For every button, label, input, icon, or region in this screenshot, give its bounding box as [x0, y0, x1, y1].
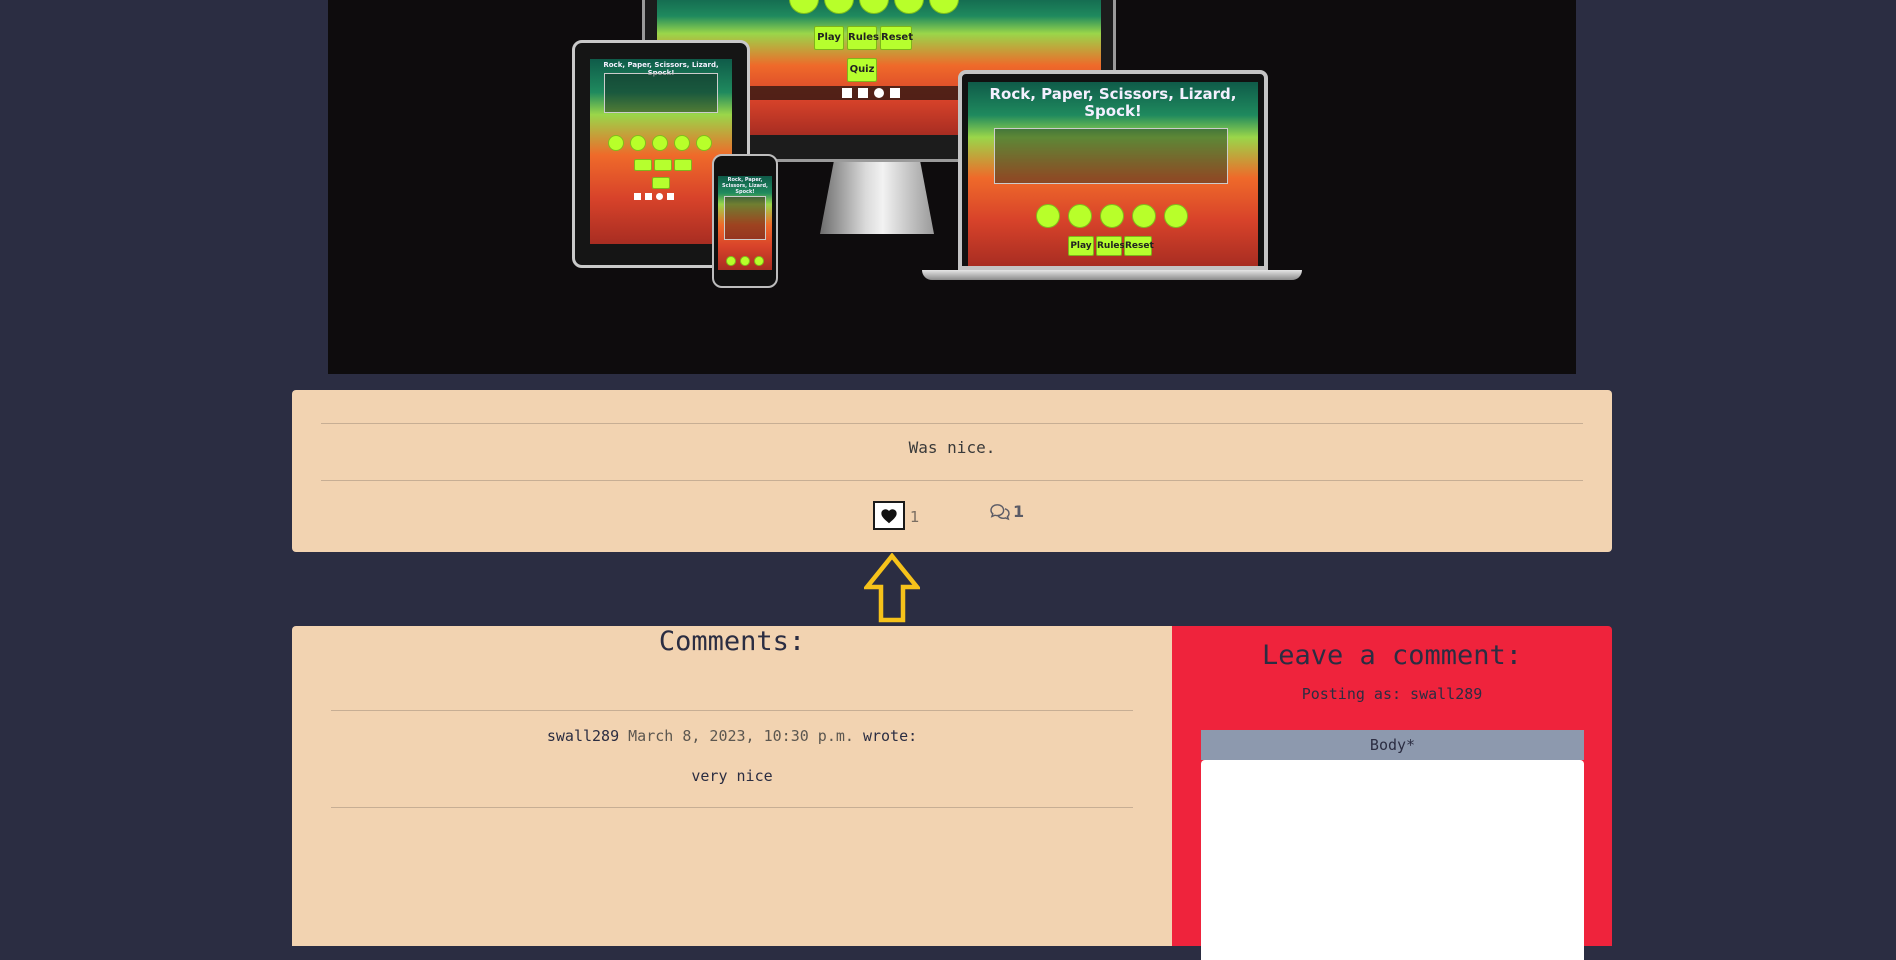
posting-as-label: Posting as: swall289	[1301, 685, 1483, 703]
like-count: 1	[910, 508, 920, 526]
post-card: Was nice. 1 1	[292, 390, 1612, 552]
comment-body-input[interactable]	[1201, 760, 1584, 960]
laptop-base	[922, 270, 1302, 280]
phone-device: Rock, Paper, Scissors, Lizard, Spock!	[712, 154, 778, 288]
divider	[331, 807, 1133, 808]
desktop-quiz-button: Quiz	[847, 58, 877, 82]
comment-date: March 8, 2023, 10:30 p.m.	[628, 727, 854, 745]
desktop-play-button: Play	[814, 26, 844, 50]
leave-comment-heading: Leave a comment:	[1261, 640, 1523, 671]
post-content: Was nice.	[908, 438, 996, 457]
like-button[interactable]	[873, 501, 905, 530]
comments-icon	[990, 503, 1010, 520]
laptop-game-title: Rock, Paper, Scissors, Lizard, Spock!	[989, 85, 1237, 121]
hero-image: Play Rules Reset Quiz Rock, Paper, Sciss…	[328, 0, 1576, 374]
laptop-device: Rock, Paper, Scissors, Lizard, Spock! Pl…	[958, 70, 1268, 270]
comment-wrote-label: wrote:	[862, 727, 918, 745]
laptop-reset-button: Reset	[1124, 236, 1154, 256]
phone-game-title: Rock, Paper, Scissors, Lizard, Spock!	[722, 177, 768, 195]
up-arrow-annotation-icon	[864, 553, 920, 623]
leave-comment-panel: Leave a comment: Posting as: swall289 Bo…	[1172, 626, 1612, 960]
comment-count-group: 1	[989, 502, 1024, 521]
comment-author: swall289	[546, 727, 620, 745]
divider	[321, 423, 1583, 424]
laptop-play-button: Play	[1068, 236, 1094, 256]
laptop-rules-button: Rules	[1096, 236, 1125, 256]
body-field-label: Body*	[1201, 730, 1584, 760]
comment-body: very nice	[691, 767, 773, 785]
divider	[331, 710, 1133, 711]
comment-count: 1	[1013, 502, 1025, 521]
desktop-rules-button: Rules	[847, 26, 879, 50]
desktop-reset-button: Reset	[880, 26, 913, 50]
comments-panel: Comments: swall289 March 8, 2023, 10:30 …	[292, 626, 1172, 946]
divider	[321, 480, 1583, 481]
monitor-stand	[820, 162, 934, 234]
comments-heading: Comments:	[658, 626, 806, 657]
heart-icon	[881, 508, 897, 523]
comment-meta: swall289 March 8, 2023, 10:30 p.m. wrote…	[292, 727, 1172, 745]
